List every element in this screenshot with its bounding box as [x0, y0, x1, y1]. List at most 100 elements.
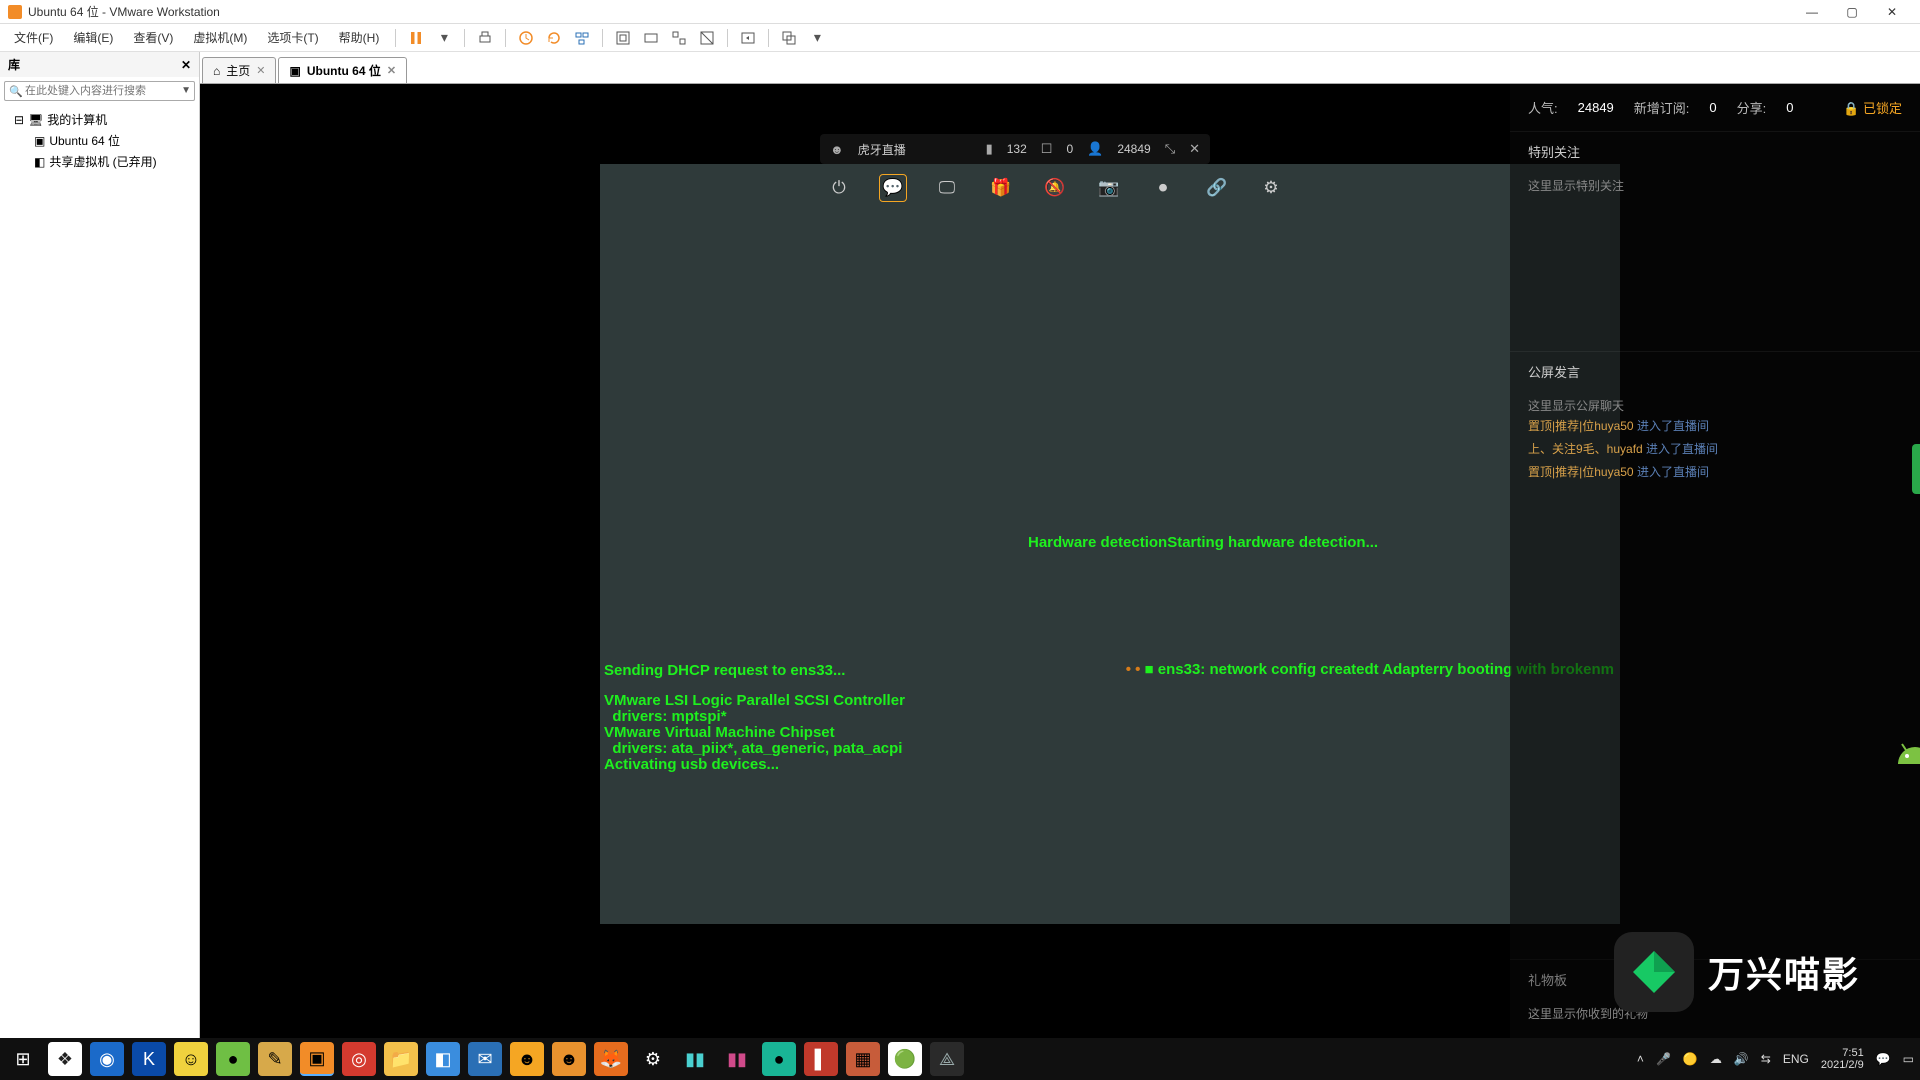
snapshot-revert-icon[interactable]	[542, 26, 566, 50]
tray-notifications-icon[interactable]: 💬	[1876, 1052, 1891, 1066]
snapshot-manager-icon[interactable]	[570, 26, 594, 50]
popularity-label: 人气:	[1528, 98, 1558, 117]
taskbar-app-icon[interactable]: ▮▮	[720, 1042, 754, 1076]
computer-icon: 🖥	[28, 113, 43, 127]
taskbar-app-icon[interactable]: ☻	[552, 1042, 586, 1076]
tab-close-icon[interactable]: ✕	[387, 64, 396, 77]
menu-tabs[interactable]: 选项卡(T)	[259, 27, 326, 48]
sidebar-close-icon[interactable]: ✕	[181, 58, 191, 72]
taskbar-app-icon[interactable]: ⟁	[930, 1042, 964, 1076]
close-button[interactable]: ✕	[1872, 0, 1912, 24]
tray-action-center-icon[interactable]: ▭	[1903, 1052, 1914, 1066]
tray-volume-icon[interactable]: 🔊	[1734, 1052, 1749, 1066]
console-line: VMware LSI Logic Parallel SCSI Controlle…	[604, 692, 905, 709]
chat-icon[interactable]: 💬	[879, 174, 907, 202]
menu-view[interactable]: 查看(V)	[125, 27, 181, 48]
system-tray[interactable]: ˄ 🎤 🟡 ☁ 🔊 ⇆ ENG 7:51 2021/2/9 💬 ▭	[1637, 1047, 1914, 1071]
maximize-button[interactable]: ▢	[1832, 0, 1872, 24]
menu-help[interactable]: 帮助(H)	[331, 27, 388, 48]
minimize-button[interactable]: —	[1792, 0, 1832, 24]
taskbar-app-icon[interactable]: ▌	[804, 1042, 838, 1076]
bell-off-icon[interactable]: 🔕	[1041, 174, 1069, 202]
tray-network-icon[interactable]: ⇆	[1761, 1052, 1771, 1066]
menu-vm[interactable]: 虚拟机(M)	[185, 27, 255, 48]
tree-root-my-computer[interactable]: ⊟ 🖥 我的计算机	[6, 109, 193, 130]
taskbar-app-icon[interactable]: ◧	[426, 1042, 460, 1076]
taskbar-app-icon[interactable]: ❖	[48, 1042, 82, 1076]
console-view-icon[interactable]	[639, 26, 663, 50]
taskbar-app-icon[interactable]: ▦	[846, 1042, 880, 1076]
windows-taskbar[interactable]: ⊞ ❖ ◉ K ☺ ● ✎ ▣ ◎ 📁 ◧ ✉ ☻ ☻ 🦊 ⚙ ▮▮ ▮▮ ● …	[0, 1038, 1920, 1080]
dropdown2-icon[interactable]: ▾	[805, 26, 829, 50]
taskbar-app-icon[interactable]: ☻	[510, 1042, 544, 1076]
android-icon	[1892, 734, 1920, 780]
tree-item-label: 共享虚拟机 (已弃用)	[49, 153, 156, 170]
taskbar-app-icon[interactable]: ✎	[258, 1042, 292, 1076]
record-icon[interactable]: ⏺	[1149, 174, 1177, 202]
stream-titlebar[interactable]: ☻ 虎牙直播 ▮ 132 ☐ 0 👤 24849 ⤡ ✕	[820, 134, 1210, 164]
unity-icon[interactable]	[695, 26, 719, 50]
tab-ubuntu-vm[interactable]: ▣ Ubuntu 64 位 ✕	[278, 57, 407, 83]
tray-clock[interactable]: 7:51 2021/2/9	[1821, 1047, 1864, 1071]
print-icon[interactable]	[473, 26, 497, 50]
taskbar-settings-icon[interactable]: ⚙	[636, 1042, 670, 1076]
public-chat-hint: 这里显示公屏聊天	[1528, 397, 1902, 414]
taskbar-app-icon[interactable]: K	[132, 1042, 166, 1076]
link-icon[interactable]: 🔗	[1203, 174, 1231, 202]
tree-item-shared-vms[interactable]: ◧ 共享虚拟机 (已弃用)	[6, 151, 193, 172]
tree-item-ubuntu[interactable]: ▣ Ubuntu 64 位	[6, 130, 193, 151]
special-follow-body: 这里显示特别关注	[1510, 171, 1920, 351]
start-button[interactable]: ⊞	[6, 1042, 40, 1076]
taskbar-app-icon[interactable]: ◉	[90, 1042, 124, 1076]
taskbar-app-icon[interactable]: ☺	[174, 1042, 208, 1076]
vm-display-area[interactable]: Hardware detectionStarting hardware dete…	[200, 84, 1920, 1052]
stream-side-panel: 人气: 24849 新增订阅: 0 分享: 0 🔒 已锁定 特别关注 这里显示特…	[1510, 84, 1920, 1052]
screen-share-icon[interactable]: 🖵	[933, 174, 961, 202]
tray-time: 7:51	[1821, 1047, 1864, 1059]
enter-fullscreen-icon[interactable]	[736, 26, 760, 50]
stream-close-icon[interactable]: ✕	[1189, 141, 1200, 157]
pause-icon[interactable]	[404, 26, 428, 50]
menu-edit[interactable]: 编辑(E)	[65, 27, 121, 48]
tab-close-icon[interactable]: ✕	[256, 64, 265, 77]
tray-cloud-icon[interactable]: ☁	[1710, 1052, 1722, 1066]
tray-mic-icon[interactable]: 🎤	[1656, 1052, 1671, 1066]
tree-root-label: 我的计算机	[47, 111, 107, 128]
gift-icon[interactable]: 🎁	[987, 174, 1015, 202]
taskbar-app-icon[interactable]: ▮▮	[678, 1042, 712, 1076]
library-search-input[interactable]	[4, 81, 195, 101]
lock-status[interactable]: 🔒 已锁定	[1843, 98, 1902, 117]
document-tabs: ⌂ 主页 ✕ ▣ Ubuntu 64 位 ✕	[200, 52, 1920, 84]
taskbar-app-icon[interactable]: ●	[762, 1042, 796, 1076]
taskbar-firefox-icon[interactable]: 🦊	[594, 1042, 628, 1076]
taskbar-app-icon[interactable]: ◎	[342, 1042, 376, 1076]
stream-controls: ⏻ 💬 🖵 🎁 🔕 📷 ⏺ 🔗 ⚙	[825, 174, 1285, 202]
cycle-multi-icon[interactable]	[777, 26, 801, 50]
side-tab-handle[interactable]	[1912, 444, 1920, 494]
expand-icon: ⊟	[14, 113, 24, 127]
power-icon[interactable]: ⏻	[825, 174, 853, 202]
fit-guest-icon[interactable]	[611, 26, 635, 50]
console-line: VMware Virtual Machine Chipset	[604, 724, 835, 741]
fullscreen-icon[interactable]	[667, 26, 691, 50]
tray-app-icon[interactable]: 🟡	[1683, 1052, 1698, 1066]
chat-line: 置顶|推荐|位huya50 进入了直播间	[1528, 414, 1902, 437]
collapse-icon[interactable]: ⤡	[1165, 141, 1175, 157]
camera-icon[interactable]: 📷	[1095, 174, 1123, 202]
settings-gear-icon[interactable]: ⚙	[1257, 174, 1285, 202]
taskbar-vmware-icon[interactable]: ▣	[300, 1042, 334, 1076]
dropdown-icon[interactable]: ▾	[432, 26, 456, 50]
tab-home[interactable]: ⌂ 主页 ✕	[202, 57, 276, 83]
stream-stat2: 0	[1066, 142, 1073, 156]
window-title: Ubuntu 64 位 - VMware Workstation	[28, 3, 220, 20]
tray-chevron-icon[interactable]: ˄	[1637, 1052, 1644, 1066]
taskbar-mail-icon[interactable]: ✉	[468, 1042, 502, 1076]
menu-file[interactable]: 文件(F)	[6, 27, 61, 48]
tray-ime[interactable]: ENG	[1783, 1052, 1809, 1066]
snapshot-clock-icon[interactable]	[514, 26, 538, 50]
taskbar-chrome-icon[interactable]: 🟢	[888, 1042, 922, 1076]
bar-chart-icon: ▮	[986, 141, 993, 157]
search-dropdown-icon[interactable]: ▼	[181, 85, 191, 96]
taskbar-explorer-icon[interactable]: 📁	[384, 1042, 418, 1076]
taskbar-app-icon[interactable]: ●	[216, 1042, 250, 1076]
